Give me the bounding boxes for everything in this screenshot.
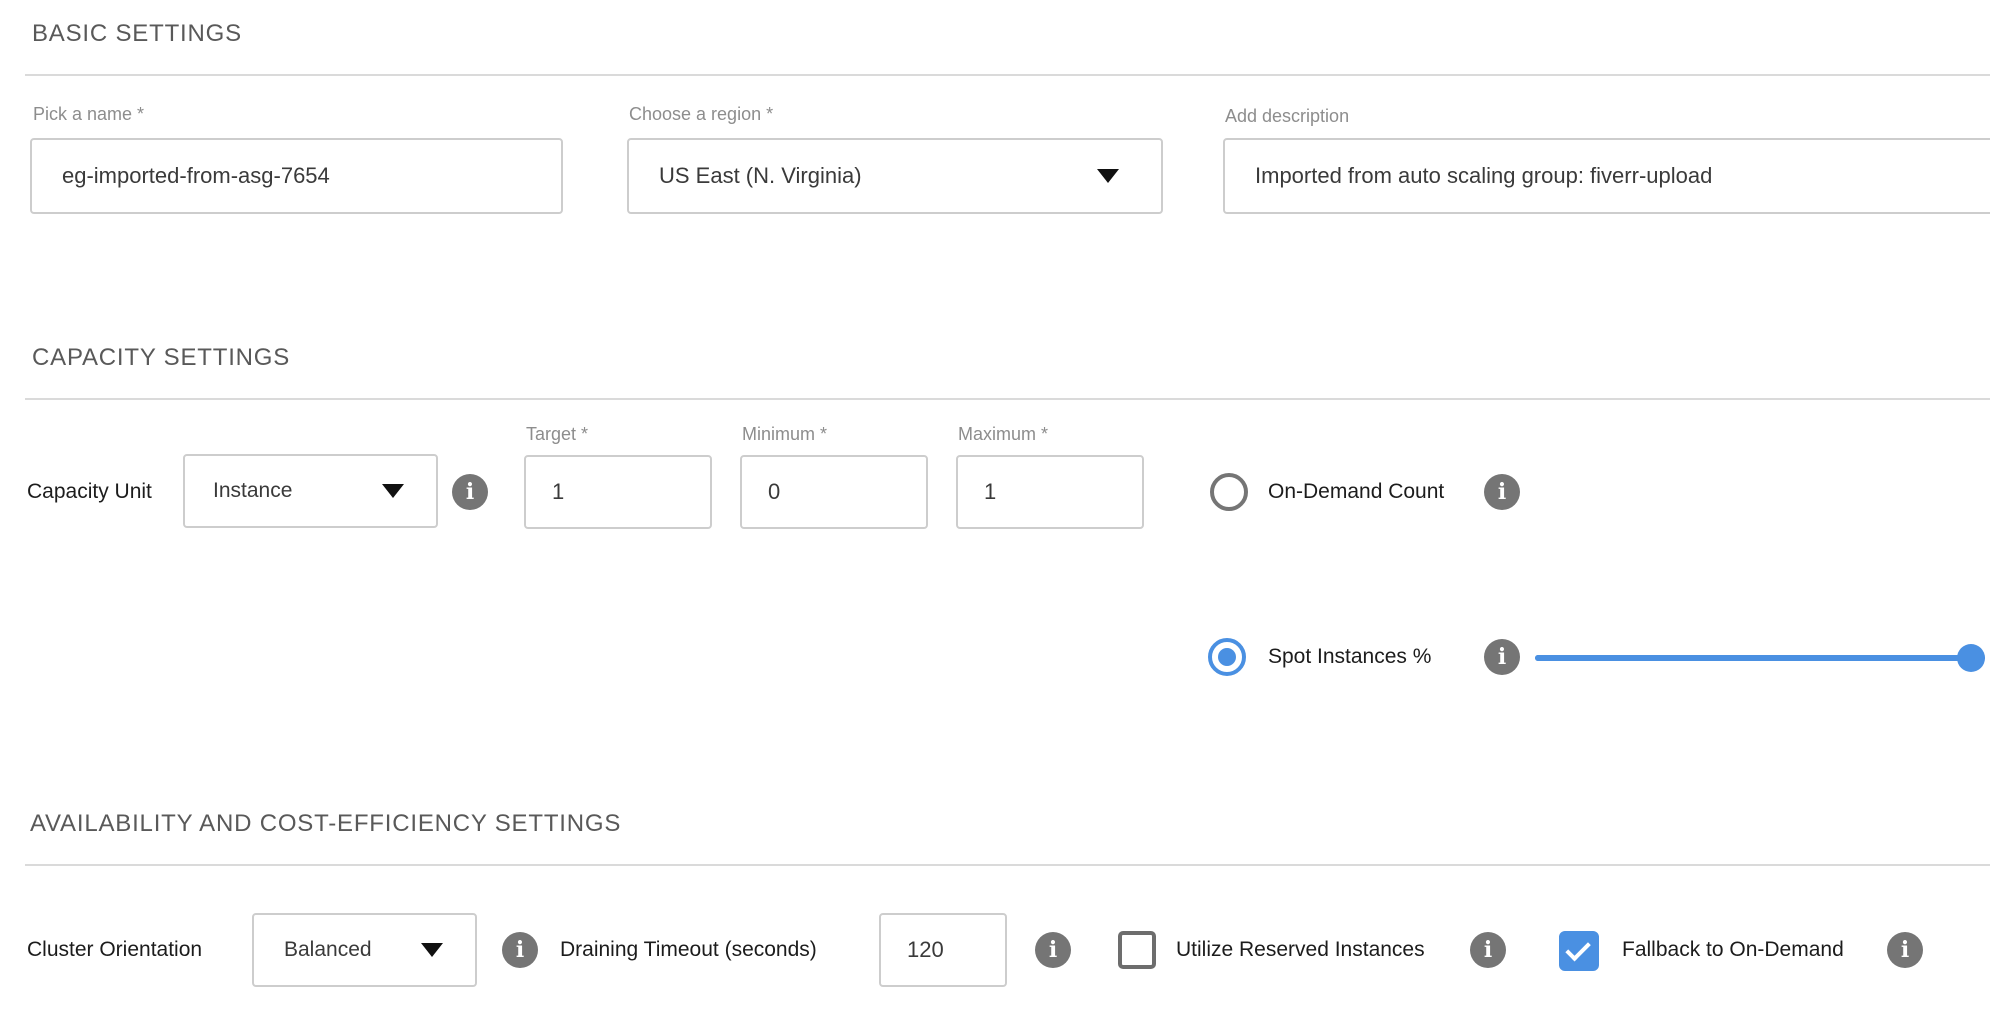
radio-dot-icon [1218,648,1236,666]
section-divider [25,74,1990,76]
draining-timeout-info-icon[interactable]: i [1035,932,1071,968]
draining-timeout-input-value: 120 [881,937,944,963]
minimum-input[interactable]: 0 [740,455,928,529]
maximum-input[interactable]: 1 [956,455,1144,529]
fallback-on-demand-checkbox[interactable] [1559,931,1599,971]
section-divider [25,864,1990,866]
maximum-field-label: Maximum * [958,424,1048,445]
description-input-value: Imported from auto scaling group: fiverr… [1225,163,1712,189]
basic-settings-title: BASIC SETTINGS [32,20,242,48]
utilize-reserved-label: Utilize Reserved Instances [1176,935,1425,965]
target-field-label: Target * [526,424,588,445]
name-input-value: eg-imported-from-asg-7654 [32,163,330,189]
maximum-input-value: 1 [958,479,996,505]
region-select[interactable]: US East (N. Virginia) [627,138,1163,214]
description-input[interactable]: Imported from auto scaling group: fiverr… [1223,138,1990,214]
name-field-label: Pick a name * [33,104,144,125]
spot-slider-fill [1535,655,1985,661]
cluster-orientation-select[interactable]: Balanced [252,913,477,987]
capacity-unit-label: Capacity Unit [27,477,152,507]
name-input[interactable]: eg-imported-from-asg-7654 [30,138,563,214]
on-demand-count-info-icon[interactable]: i [1484,474,1520,510]
on-demand-count-radio[interactable] [1210,473,1248,511]
fallback-on-demand-label: Fallback to On-Demand [1622,935,1844,965]
minimum-field-label: Minimum * [742,424,827,445]
cluster-orientation-label: Cluster Orientation [27,935,202,965]
capacity-unit-select-value: Instance [185,479,292,503]
capacity-unit-info-icon[interactable]: i [452,474,488,510]
availability-settings-title: AVAILABILITY AND COST-EFFICIENCY SETTING… [30,810,621,838]
on-demand-count-label: On-Demand Count [1268,477,1444,507]
chevron-down-icon [1097,169,1119,183]
draining-timeout-label: Draining Timeout (seconds) [560,935,817,965]
region-field-label: Choose a region * [629,104,773,125]
spot-slider-handle[interactable] [1957,644,1985,672]
description-field-label: Add description [1225,106,1349,127]
check-icon [1565,935,1590,960]
utilize-reserved-checkbox[interactable] [1118,931,1156,969]
region-select-value: US East (N. Virginia) [629,163,862,189]
spot-instances-info-icon[interactable]: i [1484,639,1520,675]
utilize-reserved-info-icon[interactable]: i [1470,932,1506,968]
target-input-value: 1 [526,479,564,505]
spot-instances-radio[interactable] [1208,638,1246,676]
fallback-on-demand-info-icon[interactable]: i [1887,932,1923,968]
minimum-input-value: 0 [742,479,780,505]
target-input[interactable]: 1 [524,455,712,529]
chevron-down-icon [382,484,404,498]
capacity-settings-title: CAPACITY SETTINGS [32,344,290,372]
cluster-orientation-info-icon[interactable]: i [502,932,538,968]
spot-instances-label: Spot Instances % [1268,642,1431,672]
chevron-down-icon [421,943,443,957]
capacity-unit-select[interactable]: Instance [183,454,438,528]
spot-percentage-slider[interactable] [1535,644,1985,672]
draining-timeout-input[interactable]: 120 [879,913,1007,987]
section-divider [25,398,1990,400]
cluster-orientation-select-value: Balanced [254,938,372,962]
